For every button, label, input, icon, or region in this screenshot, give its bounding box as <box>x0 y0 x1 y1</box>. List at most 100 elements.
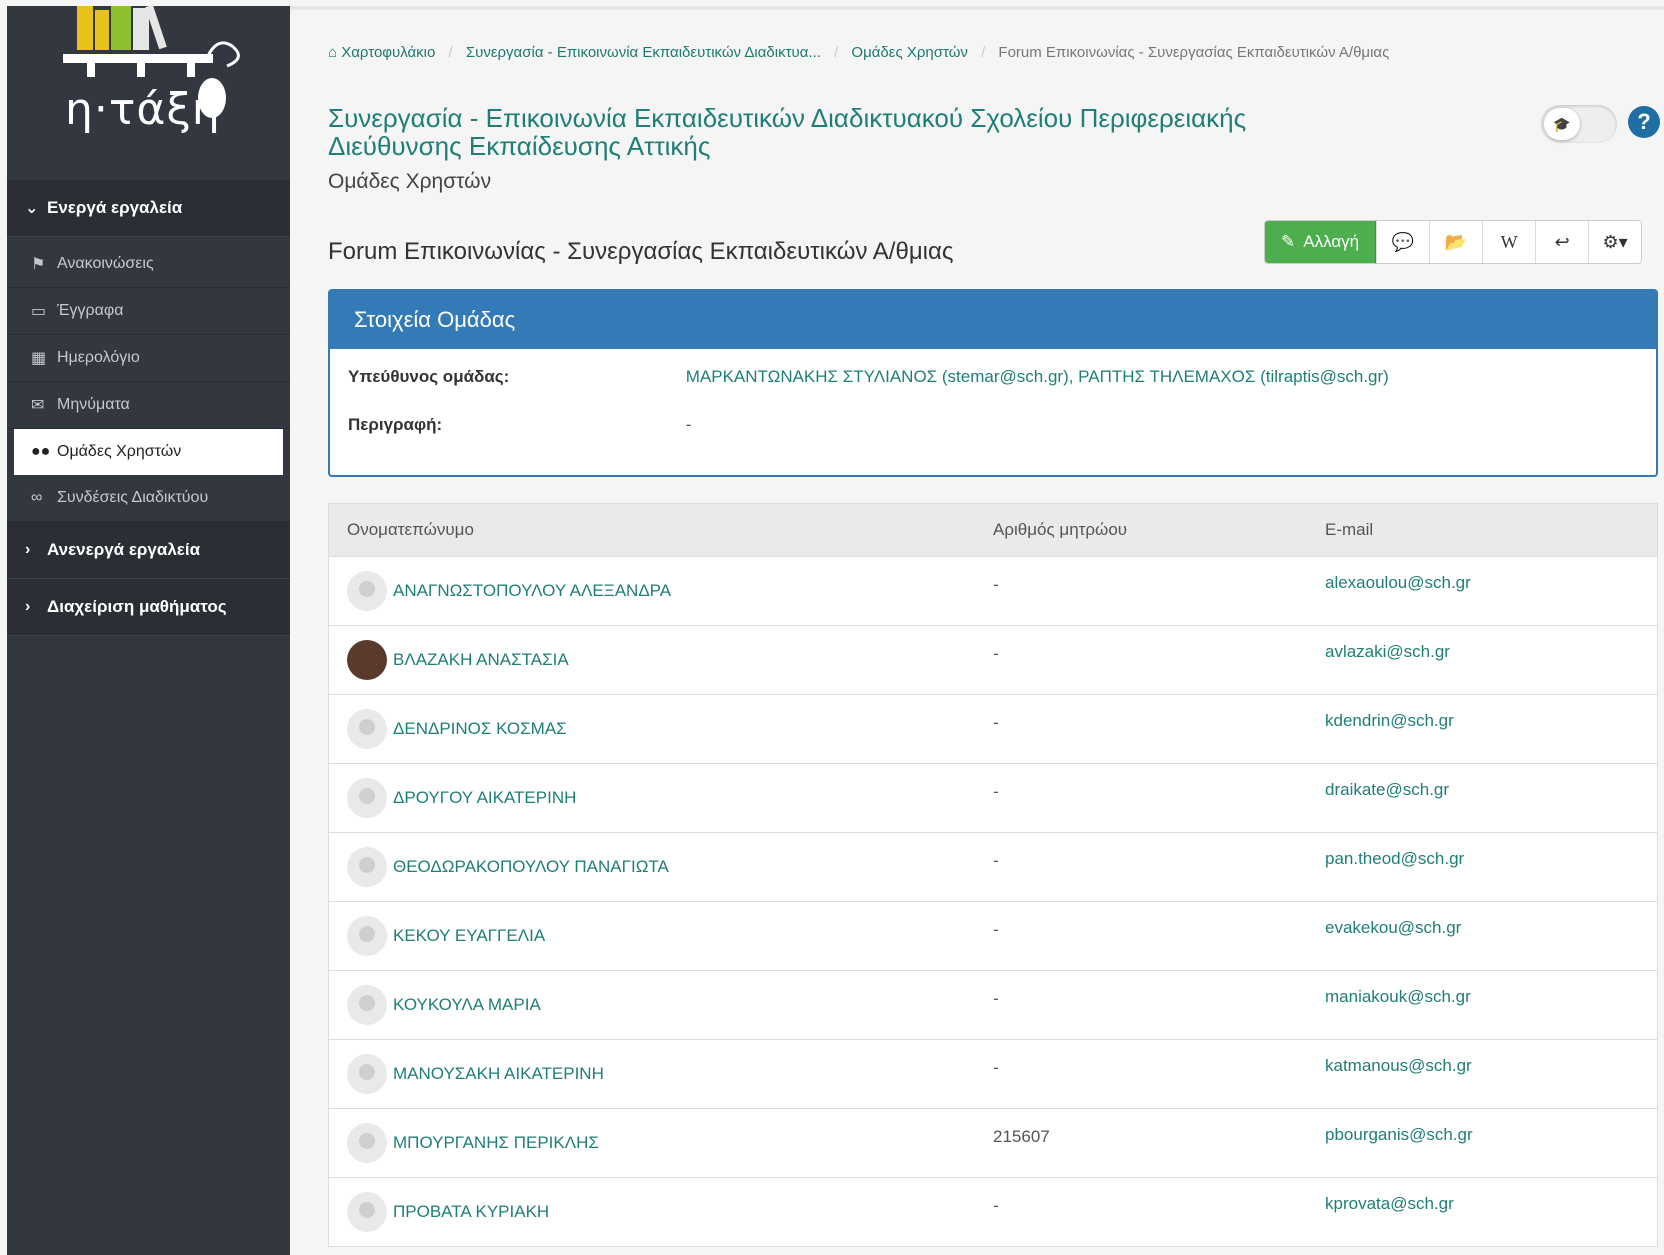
main-content: ⌂ Χαρτοφυλάκιο / Συνεργασία - Επικοινωνί… <box>290 0 1664 1255</box>
member-email-link[interactable]: katmanous@sch.gr <box>1325 1040 1657 1108</box>
edit-icon: ✎ <box>1281 232 1296 251</box>
column-header-name[interactable]: Ονοματεπώνυμο <box>329 520 993 540</box>
table-row: ΚΟΥΚΟΥΛΑ ΜΑΡΙΑ - maniakouk@sch.gr <box>329 971 1657 1040</box>
sidebar-item-calendar[interactable]: ▦ Ημερολόγιο <box>7 335 290 382</box>
help-icon[interactable]: ? <box>1628 106 1660 138</box>
member-email-link[interactable]: avlazaki@sch.gr <box>1325 626 1657 694</box>
avatar <box>347 571 387 611</box>
panel-heading: Στοιχεία Ομάδας <box>330 291 1656 349</box>
wiki-icon: W <box>1500 231 1518 252</box>
logo[interactable]: η·τάξη <box>7 6 290 180</box>
student-view-toggle[interactable]: 🎓 <box>1541 105 1617 143</box>
breadcrumb-groups[interactable]: Ομάδες Χρηστών <box>851 44 967 61</box>
sidebar-item-messages[interactable]: ✉ Μηνύματα <box>7 382 290 429</box>
folder-open-icon: 📂 <box>1444 231 1468 252</box>
inactive-tools-label: Ανενεργά εργαλεία <box>47 540 201 559</box>
table-row: ΔΕΝΔΡΙΝΟΣ ΚΟΣΜΑΣ - kdendrin@sch.gr <box>329 695 1657 764</box>
course-title[interactable]: Συνεργασία - Επικοινωνία Εκπαιδευτικών Δ… <box>328 104 1308 160</box>
group-title: Forum Επικοινωνίας - Συνεργασίας Εκπαιδε… <box>328 238 954 265</box>
page-subtitle: Ομάδες Χρηστών <box>328 170 492 193</box>
sidebar-item-documents[interactable]: ▭ Έγγραφα <box>7 288 290 335</box>
member-email-link[interactable]: draikate@sch.gr <box>1325 764 1657 832</box>
user-silhouette-icon <box>359 1133 375 1149</box>
sidebar-item-label: Έγγραφα <box>57 302 124 319</box>
user-silhouette-icon <box>359 857 375 873</box>
description-value: - <box>685 415 692 434</box>
breadcrumb-current: Forum Επικοινωνίας - Συνεργασίας Εκπαιδε… <box>998 44 1390 61</box>
graduation-cap-icon: 🎓 <box>1544 108 1580 140</box>
member-name-link[interactable]: ΔΕΝΔΡΙΝΟΣ ΚΟΣΜΑΣ <box>393 719 567 739</box>
avatar <box>347 778 387 818</box>
name-cell: ΔΕΝΔΡΙΝΟΣ ΚΟΣΜΑΣ <box>329 695 993 763</box>
sidebar-item-links[interactable]: ∞ Συνδέσεις Διαδικτύου <box>7 475 290 522</box>
member-email-link[interactable]: evakekou@sch.gr <box>1325 902 1657 970</box>
member-email-link[interactable]: alexaoulou@sch.gr <box>1325 557 1657 625</box>
chevron-down-icon: ⌄ <box>25 200 39 217</box>
wiki-button[interactable]: W <box>1482 221 1535 263</box>
registry-number: 215607 <box>993 1127 1050 1146</box>
home-icon: ⌂ <box>328 44 342 61</box>
course-admin-toggle[interactable]: › Διαχείριση μαθήματος <box>7 579 290 636</box>
breadcrumb-course[interactable]: Συνεργασία - Επικοινωνία Εκπαιδευτικών Δ… <box>466 44 821 61</box>
registry-number: - <box>993 989 999 1008</box>
forum-button[interactable]: 💬 <box>1376 221 1429 263</box>
reply-icon: ↩ <box>1554 231 1570 252</box>
back-button[interactable]: ↩ <box>1535 221 1588 263</box>
member-email-link[interactable]: kprovata@sch.gr <box>1325 1178 1657 1246</box>
logo-text: η·τάξη <box>65 84 221 135</box>
sidebar-item-user-groups[interactable]: ●● Ομάδες Χρηστών <box>14 429 283 475</box>
table-row: ΔΡΟΥΓΟΥ ΑΙΚΑΤΕΡΙΝΗ - draikate@sch.gr <box>329 764 1657 833</box>
member-name-link[interactable]: ΒΛΑΖΑΚΗ ΑΝΑΣΤΑΣΙΑ <box>393 650 569 670</box>
member-name-link[interactable]: ΚΕΚΟΥ ΕΥΑΓΓΕΛΙΑ <box>393 926 545 946</box>
active-tools-toggle[interactable]: ⌄ Ενεργά εργαλεία <box>7 180 290 237</box>
column-header-email[interactable]: E-mail <box>1325 520 1657 540</box>
settings-dropdown[interactable]: ⚙▾ <box>1588 221 1641 263</box>
chevron-right-icon: › <box>25 598 31 615</box>
leader-row: Υπεύθυνος ομάδας: ΜΑΡΚΑΝΤΩΝΑΚΗΣ ΣΤΥΛΙΑΝΟ… <box>348 367 1389 387</box>
member-name-link[interactable]: ΚΟΥΚΟΥΛΑ ΜΑΡΙΑ <box>393 995 541 1015</box>
member-email-link[interactable]: pbourganis@sch.gr <box>1325 1109 1657 1177</box>
registry-number: - <box>993 575 999 594</box>
name-cell: ΑΝΑΓΝΩΣΤΟΠΟΥΛΟΥ ΑΛΕΞΑΝΔΡΑ <box>329 557 993 625</box>
leader-value[interactable]: ΜΑΡΚΑΝΤΩΝΑΚΗΣ ΣΤΥΛΙΑΝΟΣ (stemar@sch.gr),… <box>686 367 1389 386</box>
active-tools-label: Ενεργά εργαλεία <box>47 198 183 217</box>
column-header-registry[interactable]: Αριθμός μητρώου <box>993 520 1325 540</box>
avatar <box>347 847 387 887</box>
breadcrumb: ⌂ Χαρτοφυλάκιο / Συνεργασία - Επικοινωνί… <box>328 44 1389 61</box>
avatar <box>347 709 387 749</box>
calendar-icon: ▦ <box>31 350 47 367</box>
gears-icon: ⚙▾ <box>1602 231 1628 252</box>
member-name-link[interactable]: ΘΕΟΔΩΡΑΚΟΠΟΥΛΟΥ ΠΑΝΑΓΙΩΤΑ <box>393 857 669 877</box>
member-name-link[interactable]: ΑΝΑΓΝΩΣΤΟΠΟΥΛΟΥ ΑΛΕΞΑΝΔΡΑ <box>393 581 671 601</box>
avatar <box>347 985 387 1025</box>
avatar <box>347 640 387 680</box>
registry-number: - <box>993 851 999 870</box>
edit-button[interactable]: ✎ Αλλαγή <box>1265 221 1377 263</box>
documents-button[interactable]: 📂 <box>1429 221 1482 263</box>
table-row: ΘΕΟΔΩΡΑΚΟΠΟΥΛΟΥ ΠΑΝΑΓΙΩΤΑ - pan.theod@sch.… <box>329 833 1657 902</box>
member-name-link[interactable]: ΜΠΟΥΡΓΑΝΗΣ ΠΕΡΙΚΛΗΣ <box>393 1133 599 1153</box>
member-name-link[interactable]: ΔΡΟΥΓΟΥ ΑΙΚΑΤΕΡΙΝΗ <box>393 788 576 808</box>
breadcrumb-separator: / <box>834 44 839 61</box>
inactive-tools-toggle[interactable]: › Ανενεργά εργαλεία <box>7 522 290 579</box>
member-email-link[interactable]: maniakouk@sch.gr <box>1325 971 1657 1039</box>
member-email-link[interactable]: kdendrin@sch.gr <box>1325 695 1657 763</box>
registry-number: - <box>993 782 999 801</box>
member-email-link[interactable]: pan.theod@sch.gr <box>1325 833 1657 901</box>
sidebar-item-label: Ανακοινώσεις <box>57 255 154 272</box>
breadcrumb-home[interactable]: ⌂ Χαρτοφυλάκιο <box>328 44 435 61</box>
table-row: ΜΠΟΥΡΓΑΝΗΣ ΠΕΡΙΚΛΗΣ 215607 pbourganis@sch.… <box>329 1109 1657 1178</box>
registry-number: - <box>993 713 999 732</box>
member-name-link[interactable]: ΠΡΟΒΑΤΑ ΚΥΡΙΑΚΗ <box>393 1202 549 1222</box>
action-toolbar: ✎ Αλλαγή 💬 📂 W ↩ ⚙▾ <box>1264 220 1643 264</box>
sidebar: η·τάξη ⌄ Ενεργά εργαλεία ⚑ Ανακοινώσεις … <box>7 6 290 1255</box>
table-row: ΑΝΑΓΝΩΣΤΟΠΟΥΛΟΥ ΑΛΕΞΑΝΔΡΑ - alexaoulou@sch… <box>329 557 1657 626</box>
name-cell: ΜΠΟΥΡΓΑΝΗΣ ΠΕΡΙΚΛΗΣ <box>329 1109 993 1177</box>
sidebar-item-label: Ημερολόγιο <box>57 349 140 366</box>
member-name-link[interactable]: ΜΑΝΟΥΣΑΚΗ ΑΙΚΑΤΕΡΙΝΗ <box>393 1064 604 1084</box>
description-label: Περιγραφή: <box>348 415 443 434</box>
name-cell: ΜΑΝΟΥΣΑΚΗ ΑΙΚΑΤΕΡΙΝΗ <box>329 1040 993 1108</box>
sidebar-item-announcements[interactable]: ⚑ Ανακοινώσεις <box>7 241 290 288</box>
name-cell: ΔΡΟΥΓΟΥ ΑΙΚΑΤΕΡΙΝΗ <box>329 764 993 832</box>
breadcrumb-home-label: Χαρτοφυλάκιο <box>341 44 436 61</box>
